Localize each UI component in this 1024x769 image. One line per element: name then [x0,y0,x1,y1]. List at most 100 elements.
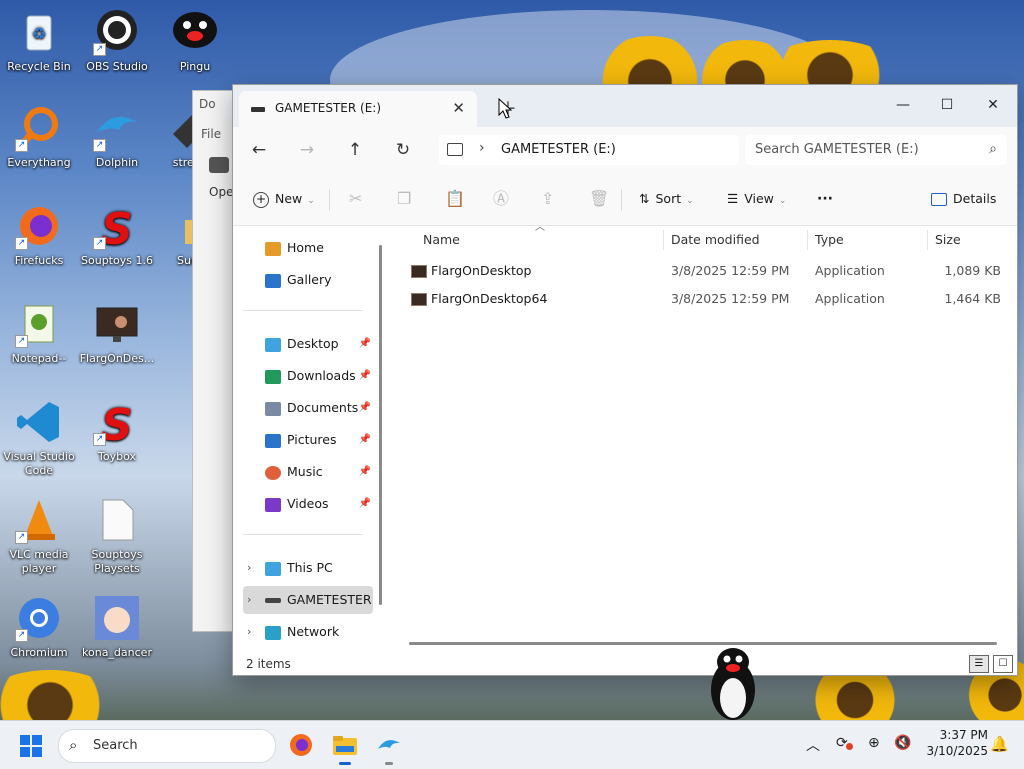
nav-item-home[interactable]: Home [243,234,373,262]
desktop-icon-toybox[interactable]: S ↗ Toybox [78,398,156,464]
forward-button[interactable]: → [293,137,321,163]
column-header-name[interactable]: Name [423,226,460,254]
details-view-icon[interactable]: ☰ [969,655,989,673]
horizontal-scrollbar[interactable] [409,642,997,645]
column-header-type[interactable]: Type [815,226,844,254]
rename-icon[interactable]: Ⓐ [493,187,509,211]
refresh-button[interactable]: ↻ [389,137,417,163]
search-box[interactable]: Search GAMETESTER (E:) ⌕ [745,135,1007,165]
desktop-icon-vlc[interactable]: ↗ VLC media player [0,496,78,576]
delete-icon[interactable]: 🗑 [589,187,609,211]
command-bar: + New ⌄ ✂ ❐ 📋 Ⓐ ⇪ 🗑 ⇅ Sort ⌄ ☰ View ⌄ ··· Deta… [233,173,1017,226]
sync-icon[interactable]: ⟳ [836,735,853,751]
desktop-icon-vscode[interactable]: Visual Studio Code [0,398,78,478]
nav-item-desktop[interactable]: Desktop 📌 [243,330,373,358]
copy-icon[interactable]: ❐ [397,187,411,211]
nav-item-downloads[interactable]: Downloads 📌 [243,362,373,390]
nav-item-music[interactable]: Music 📌 [243,458,373,486]
shortcut-arrow-icon: ↗ [15,531,28,544]
view-button[interactable]: ☰ View ⌄ [727,187,786,211]
nav-item-gallery[interactable]: Gallery [243,266,373,294]
address-bar[interactable]: › GAMETESTER (E:) [439,135,739,165]
paste-icon[interactable]: 📋 [445,187,465,211]
column-divider[interactable] [663,230,664,250]
table-row[interactable]: FlargOnDesktop64 3/8/2025 12:59 PM Appli… [411,285,1001,313]
pin-icon[interactable]: 📌 [359,330,371,358]
nav-item-pictures[interactable]: Pictures 📌 [243,426,373,454]
notification-bell-icon[interactable]: 🔔 [990,735,1009,753]
tab-close-icon[interactable]: ✕ [452,99,465,117]
title-bar[interactable]: GAMETESTER (E:) ✕ ＋ — ☐ ✕ [233,85,1017,127]
new-button[interactable]: + New ⌄ [253,187,315,211]
details-button[interactable]: Details [931,187,996,211]
chevron-up-icon[interactable]: ︿ [806,735,820,755]
pin-icon[interactable]: 📌 [359,394,371,422]
windows-logo-icon [20,735,30,745]
nav-item-network[interactable]: › Network [243,618,373,646]
pin-icon[interactable]: 📌 [359,362,371,390]
desktop-icon-chromium[interactable]: ↗ Chromium [0,594,78,660]
background-window-menu-file[interactable]: File [201,127,221,141]
search-input[interactable]: Search GAMETESTER (E:) [755,142,919,157]
taskbar-search[interactable]: ⌕ Search [58,729,276,763]
taskbar-dolphin[interactable] [376,733,402,765]
taskbar-file-explorer[interactable] [332,733,358,765]
more-options-button[interactable]: ··· [817,187,833,211]
column-header-size[interactable]: Size [935,226,961,254]
back-button[interactable]: ← [245,137,273,163]
desktop-icon-pingu[interactable]: Pingu [156,8,234,74]
tab-gametester[interactable]: GAMETESTER (E:) ✕ [239,91,477,127]
nav-scrollbar[interactable] [379,245,382,605]
sort-button[interactable]: ⇅ Sort ⌄ [639,187,694,211]
globe-icon[interactable]: ⊕ [868,735,880,751]
nav-item-videos[interactable]: Videos 📌 [243,490,373,518]
desktop-icon-firefucks[interactable]: ↗ Firefucks [0,202,78,268]
desktop-icon-everythang[interactable]: ↗ Everythang [0,104,78,170]
pin-icon[interactable]: 📌 [359,490,371,518]
download-icon [265,369,281,384]
desktop-icon-dolphin[interactable]: ↗ Dolphin [78,104,156,170]
clock[interactable]: 3:37 PM 3/10/2025 [918,727,988,759]
table-row[interactable]: FlargOnDesktop 3/8/2025 12:59 PM Applica… [411,257,1001,285]
column-divider[interactable] [927,230,928,250]
desktop-icon-notepad[interactable]: ↗ Notepad-- [0,300,78,366]
start-button[interactable] [20,735,42,757]
share-icon[interactable]: ⇪ [541,187,554,211]
close-button[interactable]: ✕ [971,91,1015,119]
nav-item-gametester[interactable]: › GAMETESTER (E [243,586,373,614]
chevron-right-icon[interactable]: › [247,554,251,582]
desktop-icon-label: Everythang [7,156,71,169]
chevron-right-icon[interactable]: › [479,140,485,156]
column-header-date[interactable]: Date modified [671,226,760,254]
notepad-icon: ↗ [15,300,63,348]
file-type: Application [815,291,885,306]
tiles-view-icon[interactable]: ☐ [993,655,1013,673]
chevron-right-icon[interactable]: › [247,586,251,614]
taskbar-firefox[interactable] [288,733,314,757]
status-bar: 2 items ☰ ☐ [233,652,1017,674]
maximize-button[interactable]: ☐ [925,91,969,119]
pin-icon[interactable]: 📌 [359,426,371,454]
volume-muted-icon[interactable]: 🔇 [894,735,911,751]
desktop-icon-kona-dancer[interactable]: kona_dancer [78,594,156,660]
column-divider[interactable] [807,230,808,250]
desktop-icon-obs-studio[interactable]: ↗ OBS Studio [78,8,156,74]
up-button[interactable]: ↑ [341,137,369,163]
desktop-icon-souptoys[interactable]: S ↗ Souptoys 1.6 [78,202,156,268]
clock-date: 3/10/2025 [926,744,988,758]
minimize-button[interactable]: — [881,91,925,119]
clock-time: 3:37 PM [939,728,988,742]
background-window-open-button[interactable]: Ope [209,185,233,199]
file-explorer-window[interactable]: GAMETESTER (E:) ✕ ＋ — ☐ ✕ ← → ↑ ↻ › GAME… [232,84,1018,676]
chevron-right-icon[interactable]: › [247,618,251,646]
nav-item-this-pc[interactable]: › This PC [243,554,373,582]
cut-icon[interactable]: ✂ [349,187,362,211]
desktop-icon-souptoys-playsets[interactable]: Souptoys Playsets [78,496,156,576]
desktop-icon-recycle-bin[interactable]: ♻ Recycle Bin [0,8,78,74]
desktop-icon-flargondesktop[interactable]: FlargOnDes... [78,300,156,366]
shortcut-arrow-icon: ↗ [93,237,106,250]
sort-indicator-icon: ︿ [535,222,545,233]
pin-icon[interactable]: 📌 [359,458,371,486]
application-icon [411,293,427,306]
nav-item-documents[interactable]: Documents 📌 [243,394,373,422]
